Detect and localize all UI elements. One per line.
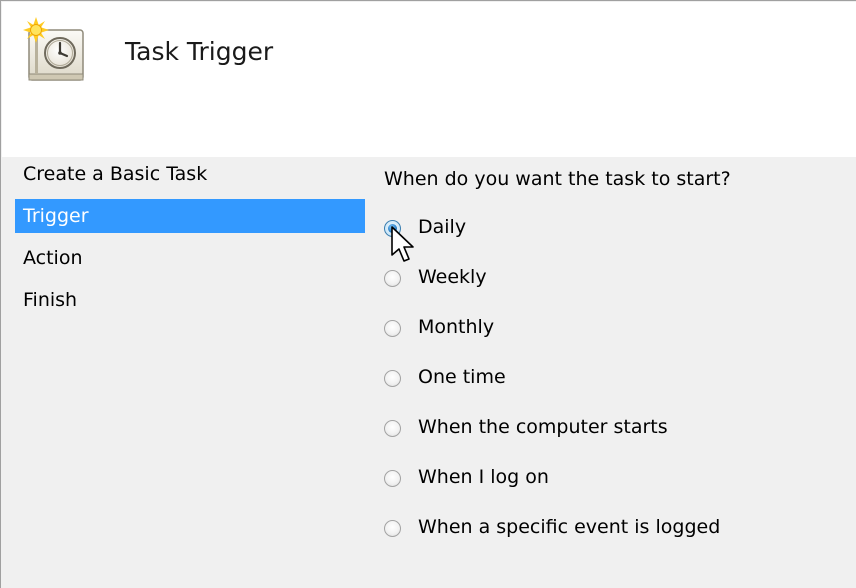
log-on-radio[interactable] [384, 470, 401, 487]
option-computer-starts[interactable]: When the computer starts [384, 412, 844, 462]
daily-label[interactable]: Daily [418, 212, 466, 242]
one-time-label[interactable]: One time [418, 362, 506, 392]
trigger-panel: When do you want the task to start? Dail… [384, 164, 844, 562]
one-time-radio[interactable] [384, 370, 401, 387]
wizard-steps-nav: Create a Basic Task Trigger Action Finis… [15, 157, 365, 325]
monthly-label[interactable]: Monthly [418, 312, 494, 342]
nav-item-finish[interactable]: Finish [15, 283, 365, 317]
nav-item-trigger[interactable]: Trigger [15, 199, 365, 233]
wizard-window: Task Trigger Create a Basic Task Trigger… [0, 0, 856, 588]
task-scheduler-clock-icon [16, 16, 88, 84]
computer-starts-label[interactable]: When the computer starts [418, 412, 668, 442]
wizard-header: Task Trigger [2, 2, 856, 157]
nav-item-action[interactable]: Action [15, 241, 365, 275]
option-log-on[interactable]: When I log on [384, 462, 844, 512]
weekly-radio[interactable] [384, 270, 401, 287]
daily-radio[interactable] [384, 220, 401, 237]
weekly-label[interactable]: Weekly [418, 262, 487, 292]
monthly-radio[interactable] [384, 320, 401, 337]
option-daily[interactable]: Daily [384, 212, 844, 262]
nav-item-create-basic-task[interactable]: Create a Basic Task [15, 157, 365, 191]
page-title: Task Trigger [125, 37, 274, 66]
option-weekly[interactable]: Weekly [384, 262, 844, 312]
log-on-label[interactable]: When I log on [418, 462, 549, 492]
computer-starts-radio[interactable] [384, 420, 401, 437]
event-logged-radio[interactable] [384, 520, 401, 537]
trigger-question: When do you want the task to start? [384, 168, 731, 190]
option-monthly[interactable]: Monthly [384, 312, 844, 362]
event-logged-label[interactable]: When a specific event is logged [418, 512, 720, 542]
option-event-logged[interactable]: When a specific event is logged [384, 512, 844, 562]
option-one-time[interactable]: One time [384, 362, 844, 412]
trigger-options: Daily Weekly Monthly One time When the c… [384, 212, 844, 562]
